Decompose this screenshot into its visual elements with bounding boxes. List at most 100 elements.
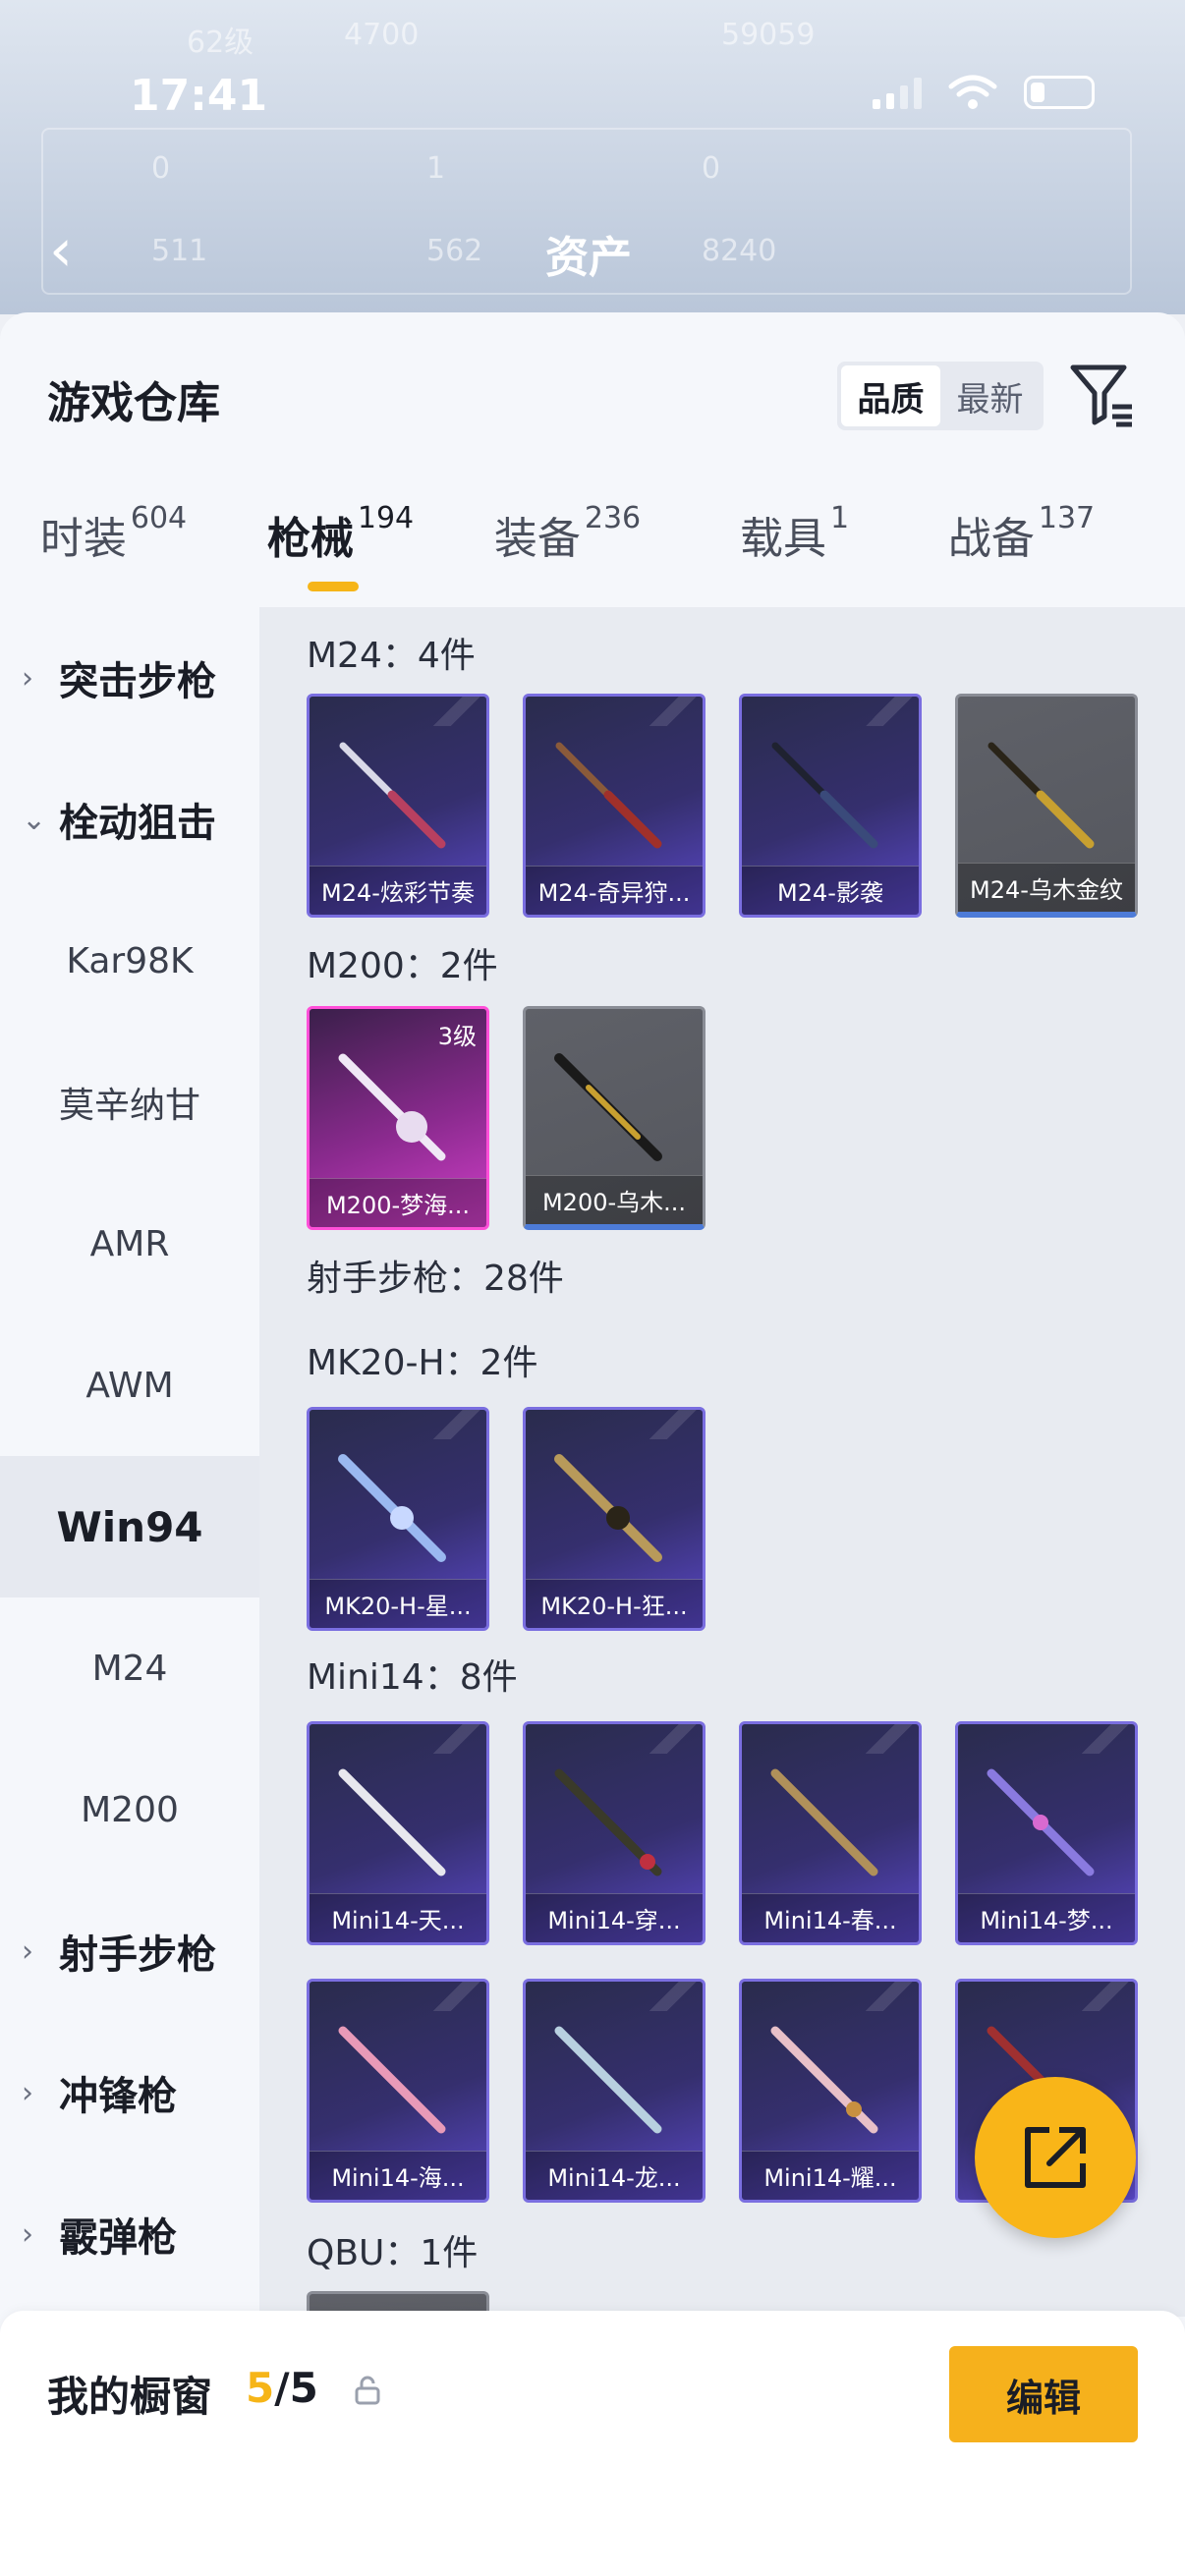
skin-card[interactable]: Mini14-穿... — [523, 1721, 705, 1945]
weapon-grid: M24：4件 M24-炫彩节奏 M24-奇异狩... M24-影袭 M24-乌木… — [259, 607, 1185, 2317]
tab-label: 载具 — [739, 514, 826, 564]
sidebar-item-label: 突击步枪 — [59, 659, 216, 704]
sidebar-item-kar98k[interactable]: Kar98K — [0, 890, 259, 1032]
weapon-sidebar: › 突击步枪 ⌄ 栓动狙击 Kar98K 莫辛纳甘 AMR AWM Win94 … — [0, 607, 259, 2317]
tab-label: 装备 — [493, 514, 581, 564]
skin-card[interactable]: M24-乌木金纹 — [955, 694, 1138, 918]
tab-firearms[interactable]: 枪械 194 — [227, 479, 454, 609]
sidebar-item-win94[interactable]: Win94 — [0, 1456, 259, 1597]
rifle-icon — [987, 1768, 1095, 1876]
sidebar-item-bolt-sniper[interactable]: ⌄ 栓动狙击 — [0, 749, 259, 890]
showcase-count: 5/5 — [246, 2364, 318, 2412]
top-header: 62级 4700 59059 0 1 0 511 562 8240 17:41 … — [0, 0, 1185, 314]
skin-name: M24-影袭 — [742, 866, 919, 915]
tab-label: 战备 — [947, 514, 1035, 564]
sidebar-item-label: 冲锋枪 — [59, 2074, 177, 2119]
skin-card[interactable]: Mini14-龙... — [523, 1979, 705, 2203]
page-title: 资产 — [545, 233, 632, 283]
edit-button[interactable]: 编辑 — [949, 2346, 1138, 2442]
skin-card[interactable]: M24-炫彩节奏 — [307, 694, 489, 918]
skin-card[interactable]: MK20-H-星... — [307, 1407, 489, 1631]
skin-name: Mini14-海... — [310, 2151, 486, 2200]
tab-count: 1 — [829, 501, 850, 535]
skin-level: 3级 — [437, 1023, 477, 1050]
skin-card[interactable]: 3级 M200-梦海... — [307, 1006, 489, 1230]
skin-card[interactable]: Mini14-春... — [739, 1721, 922, 1945]
showcase-slash: / — [274, 2364, 290, 2412]
tab-count: 194 — [357, 501, 415, 535]
section-title-m200: M200：2件 — [307, 946, 498, 986]
sidebar-item-label: 射手步枪 — [59, 1932, 216, 1978]
skin-name: M24-奇异狩... — [526, 866, 703, 915]
skin-card[interactable]: Mini14-耀... — [739, 1979, 922, 2203]
showcase-label: 我的橱窗 — [47, 2373, 213, 2421]
skin-card[interactable]: Mini14-海... — [307, 1979, 489, 2203]
status-icons — [873, 75, 1095, 110]
sidebar-item-m24[interactable]: M24 — [0, 1597, 259, 1739]
skin-name: MK20-H-狂... — [526, 1579, 703, 1628]
warehouse-title: 游戏仓库 — [47, 378, 220, 428]
sort-quality[interactable]: 品质 — [841, 365, 940, 426]
rifle-icon — [338, 1454, 446, 1562]
rifle-icon — [554, 1454, 662, 1562]
skin-name: Mini14-天... — [310, 1893, 486, 1942]
back-button[interactable]: ‹ — [49, 216, 73, 285]
ghost-stat: 1 — [426, 151, 446, 186]
skin-name: Mini14-春... — [742, 1893, 919, 1942]
rifle-icon — [554, 1053, 662, 1161]
signal-icon — [873, 76, 922, 109]
tab-label: 时装 — [39, 514, 127, 564]
rifle-icon — [555, 742, 662, 849]
sidebar-item-shotgun[interactable]: › 霰弹枪 — [0, 2163, 259, 2305]
share-icon — [1025, 2127, 1086, 2188]
warehouse-panel: 游戏仓库 品质 最新 时装 604 枪械 194 装备 236 载具 1 战备 … — [0, 312, 1185, 2576]
sidebar-item-mosin[interactable]: 莫辛纳甘 — [0, 1032, 259, 1173]
ghost-stat: 8240 — [702, 234, 777, 268]
sidebar-item-m200[interactable]: M200 — [0, 1739, 259, 1880]
rifle-icon — [338, 2026, 446, 2134]
section-title-qbu: QBU：1件 — [307, 2233, 479, 2273]
section-title-dmr: 射手步枪：28件 — [307, 1259, 564, 1299]
sidebar-item-label: 霰弹枪 — [59, 2215, 177, 2261]
skin-card[interactable]: Mini14-梦... — [955, 1721, 1138, 1945]
showcase-total: 5 — [289, 2364, 318, 2412]
ghost-views: 4700 — [344, 18, 420, 52]
ghost-points: 59059 — [721, 18, 816, 52]
skin-name: M200-梦海... — [310, 1178, 486, 1227]
category-tabs: 时装 604 枪械 194 装备 236 载具 1 战备 137 — [0, 479, 1185, 609]
skin-card[interactable]: M200-乌木... — [523, 1006, 705, 1230]
filter-icon[interactable] — [1069, 362, 1138, 430]
skin-card[interactable]: M24-影袭 — [739, 694, 922, 918]
rifle-icon — [770, 1768, 878, 1876]
share-button[interactable] — [975, 2077, 1136, 2238]
chevron-down-icon: ⌄ — [22, 802, 47, 837]
tab-count: 604 — [130, 501, 188, 535]
sidebar-item-awm[interactable]: AWM — [0, 1315, 259, 1456]
skin-name: M200-乌木... — [526, 1175, 703, 1224]
sort-newest[interactable]: 最新 — [940, 365, 1040, 426]
ghost-stat: 562 — [426, 234, 483, 268]
skin-card[interactable]: M24-奇异狩... — [523, 694, 705, 918]
rifle-icon — [339, 742, 446, 849]
sidebar-item-smg[interactable]: › 冲锋枪 — [0, 2022, 259, 2163]
sidebar-item-amr[interactable]: AMR — [0, 1173, 259, 1315]
tab-equipment[interactable]: 装备 236 — [454, 479, 681, 609]
active-tab-indicator — [308, 582, 359, 591]
skin-name: M24-乌木金纹 — [958, 863, 1135, 912]
tab-fashion[interactable]: 时装 604 — [0, 479, 227, 609]
skin-card[interactable]: Mini14-天... — [307, 1721, 489, 1945]
tab-count: 236 — [584, 501, 642, 535]
skin-card[interactable]: MK20-H-狂... — [523, 1407, 705, 1631]
skin-name: Mini14-耀... — [742, 2151, 919, 2200]
sidebar-item-assault-rifle[interactable]: › 突击步枪 — [0, 607, 259, 749]
skin-name: MK20-H-星... — [310, 1579, 486, 1628]
sidebar-item-dmr[interactable]: › 射手步枪 — [0, 1880, 259, 2022]
sort-toggle: 品质 最新 — [837, 362, 1044, 430]
ghost-stat: 0 — [151, 151, 171, 186]
lock-icon — [355, 2376, 380, 2405]
ghost-stat: 0 — [702, 151, 721, 186]
showcase-bar: 我的橱窗 5/5 编辑 — [0, 2311, 1185, 2576]
tab-label: 枪械 — [266, 514, 354, 564]
tab-vehicles[interactable]: 载具 1 — [681, 479, 908, 609]
tab-gear[interactable]: 战备 137 — [908, 479, 1135, 609]
